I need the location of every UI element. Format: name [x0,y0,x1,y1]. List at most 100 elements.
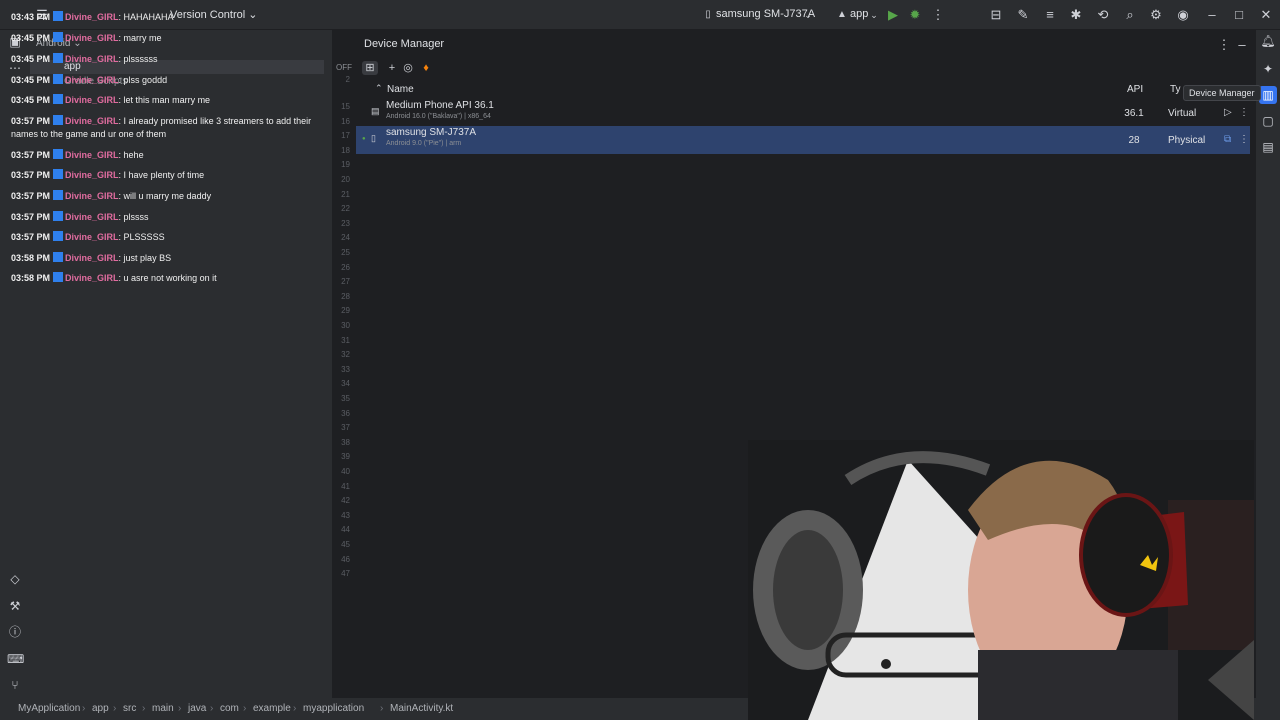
webcam-overlay [748,440,1254,720]
right-tool-strip: 🔔︎ ✦ ▥ ▢ ▤ [1256,30,1280,698]
bug-icon[interactable]: ✱ [1068,7,1084,23]
column-header-type[interactable]: Ty [1170,84,1181,95]
chat-text: : hehe [118,150,144,160]
breadcrumb-item[interactable]: java [188,703,206,714]
device-manager-title: Device Manager [364,38,445,50]
android-icon: ▲ [837,9,847,20]
device-row[interactable]: ▤ Medium Phone API 36.1 Android 16.0 ("B… [356,99,1250,127]
search-icon[interactable]: ⌕ [1122,7,1138,23]
sync-icon[interactable]: ⟲ [1095,7,1111,23]
minimize-icon[interactable]: – [1204,7,1220,23]
chat-timestamp: 03:45 PM [11,33,51,43]
line-number: 27 [341,277,350,287]
user-badge-icon [53,32,64,42]
line-number: 37 [341,423,350,433]
chevron-down-icon[interactable]: ⌄ [866,7,882,23]
chat-timestamp: 03:58 PM [11,273,51,283]
breadcrumb-item[interactable]: app [92,703,109,714]
run-icon[interactable]: ▶ [885,7,901,23]
account-icon[interactable]: ◉ [1175,7,1191,23]
user-badge-icon [53,53,64,63]
line-number: 24 [341,233,350,243]
breadcrumb-item[interactable]: src [123,703,136,714]
chat-timestamp: 03:57 PM [11,150,51,160]
maximize-icon[interactable]: □ [1231,7,1247,23]
chat-message: 03:57 PM Divine_GIRL: PLSSSSS [11,231,326,244]
gear-icon[interactable]: ⚙ [1148,7,1164,23]
user-badge-icon [53,149,64,159]
phone-icon: ▯ [371,133,376,143]
device-row[interactable]: ● ▯ samsung SM-J737A Android 9.0 ("Pie")… [356,126,1250,154]
mirror-device-icon[interactable]: ⧉ [1224,134,1231,145]
chat-timestamp: 03:57 PM [11,116,51,126]
chat-text: : I have plenty of time [118,170,205,180]
off-label: OFF [336,63,352,72]
line-number: 20 [341,175,350,184]
wifi-pair-icon[interactable]: ◎ [400,61,416,75]
chat-text: : let this man marry me [118,95,211,105]
chat-username: Divine_GIRL [65,273,119,283]
chat-text: : will u marry me daddy [118,191,212,201]
gemini-icon[interactable]: ✦ [1259,60,1277,78]
column-header-api[interactable]: API [1127,84,1143,95]
more-vertical-icon[interactable]: ⋮ [1239,134,1249,145]
chevron-down-icon[interactable]: ⌄ [800,7,816,23]
breadcrumb-item[interactable]: MyApplication [18,703,80,714]
user-badge-icon [53,272,64,282]
breadcrumb-separator-icon: › [293,703,297,714]
line-number: 47 [341,569,350,579]
chat-message: 03:45 PM Divine_GIRL: let this man marry … [11,94,326,107]
chat-username: Divine_GIRL [65,232,119,242]
more-vertical-icon[interactable]: ⋮ [1216,37,1232,53]
line-number: 16 [341,116,350,126]
more-vertical-icon[interactable]: ⋮ [930,7,946,23]
column-header-name[interactable]: Name [387,84,414,95]
line-number: 21 [341,189,350,199]
layout-icon[interactable]: ⊟ [988,7,1004,23]
breadcrumb-item[interactable]: myapplication [303,703,364,714]
breadcrumb-separator-icon: › [178,703,182,714]
chat-message: 03:45 PM Divine_GIRL: plss goddd [11,74,326,87]
line-number: 33 [341,364,350,374]
chat-timestamp: 03:45 PM [11,95,51,105]
chat-text: : plssssss [118,54,158,64]
line-number: 18 [341,145,350,155]
line-number: 44 [341,525,350,535]
device-explorer-icon[interactable]: ▤ [1259,138,1277,156]
grid-view-icon[interactable]: ⊞ [362,61,378,75]
translate-icon[interactable]: ✎ [1015,7,1031,23]
breadcrumb-item[interactable]: main [152,703,174,714]
chat-message: 03:57 PM Divine_GIRL: plssss [11,211,326,224]
user-badge-icon [53,252,64,262]
line-number: 17 [341,131,350,141]
breadcrumb-item[interactable]: example [253,703,291,714]
chat-username: Divine_GIRL [65,95,119,105]
device-manager-icon[interactable]: ▥ [1259,86,1277,104]
chat-text: : PLSSSSS [118,232,165,242]
chat-message: 03:57 PM Divine_GIRL: will u marry me dad… [11,190,326,203]
notifications-icon[interactable]: 🔔︎ [1259,32,1277,50]
chat-username: Divine_GIRL [65,12,119,22]
breadcrumb-item[interactable]: MainActivity.kt [390,703,453,714]
line-number: 38 [341,437,350,447]
sort-ascending-icon[interactable]: ⌃ [375,83,383,94]
editor-gutter: OFF 2 15 16 17 18 19 20 21 22 23 24 25 26 27 28 29 30 31 3… [336,30,352,698]
close-icon[interactable]: ✕ [1258,7,1274,23]
hide-panel-icon[interactable]: – [1234,37,1250,53]
breadcrumb-separator-icon: › [113,703,117,714]
debug-icon[interactable]: ✹ [907,7,923,23]
running-devices-icon[interactable]: ▢ [1259,112,1277,130]
more-vertical-icon[interactable]: ⋮ [1239,107,1249,118]
chat-timestamp: 03:43 PM [11,12,51,22]
line-number: 34 [341,379,350,389]
list-icon[interactable]: ≡ [1042,7,1058,23]
chat-message: 03:57 PM Divine_GIRL: I already promised … [11,115,326,141]
chat-text: : just play BS [118,253,172,263]
breadcrumb-separator-icon: › [142,703,146,714]
firebase-icon[interactable]: ♦ [418,61,434,75]
breadcrumb-separator-icon: › [380,703,384,714]
add-device-icon[interactable]: + [384,61,400,75]
launch-icon[interactable]: ▷ [1224,107,1232,118]
line-number: 36 [341,408,350,418]
breadcrumb-item[interactable]: com [220,703,239,714]
